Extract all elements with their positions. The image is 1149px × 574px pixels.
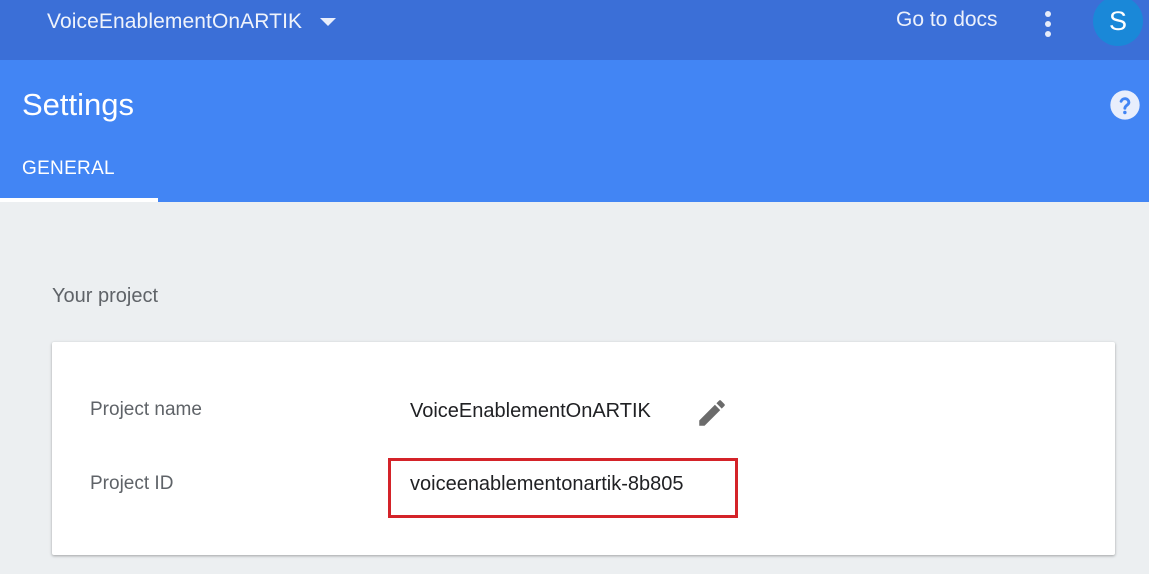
go-to-docs-link[interactable]: Go to docs	[896, 8, 998, 32]
pencil-icon[interactable]	[695, 396, 729, 430]
tab-general-label: GENERAL	[22, 158, 115, 179]
more-dot	[1045, 11, 1051, 17]
chevron-down-icon[interactable]	[320, 18, 337, 26]
more-dot	[1045, 31, 1051, 37]
project-id-label: Project ID	[90, 473, 174, 494]
avatar[interactable]: S	[1093, 0, 1143, 46]
project-switcher[interactable]: VoiceEnablementOnARTIK	[47, 8, 337, 36]
tab-general[interactable]: GENERAL	[0, 144, 158, 202]
project-card: Project name VoiceEnablementOnARTIK Proj…	[52, 342, 1115, 555]
tab-active-indicator	[0, 198, 158, 202]
section-title: Your project	[52, 285, 158, 307]
help-icon[interactable]	[1109, 89, 1141, 121]
project-name-label: Project name	[90, 399, 202, 420]
top-app-bar: VoiceEnablementOnARTIK Go to docs S	[0, 0, 1149, 60]
project-switcher-label: VoiceEnablementOnARTIK	[47, 10, 303, 33]
settings-header: Settings GENERAL	[0, 60, 1149, 202]
more-vert-icon[interactable]	[1035, 8, 1061, 40]
project-id-value: voiceenablementonartik-8b805	[410, 473, 684, 495]
more-dot	[1045, 21, 1051, 27]
project-name-value: VoiceEnablementOnARTIK	[410, 400, 651, 422]
page-title: Settings	[22, 87, 135, 122]
